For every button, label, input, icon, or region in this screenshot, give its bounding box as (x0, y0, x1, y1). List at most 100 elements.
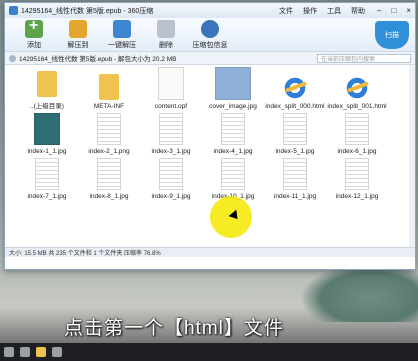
archive-info-button[interactable]: 压缩包信息 (189, 20, 231, 50)
file-item[interactable]: index-9_1.jpg (141, 157, 201, 202)
html-file-icon (283, 76, 307, 100)
file-item[interactable]: index-11_1.jpg (265, 157, 325, 202)
one-key-extract-icon (113, 20, 131, 38)
menu-bar: 文件 操作 工具 帮助 (279, 6, 365, 16)
file-thumbnail (221, 158, 245, 190)
add-label: 添加 (27, 42, 41, 49)
file-name: index-1_1.jpg (27, 148, 67, 155)
file-name: index-9_1.jpg (151, 193, 191, 200)
file-item[interactable]: index_split_000.html (265, 67, 325, 112)
file-thumbnail (35, 158, 59, 190)
menu-file[interactable]: 文件 (279, 6, 293, 16)
folder-icon (99, 74, 119, 100)
file-item[interactable]: index-3_1.jpg (141, 112, 201, 157)
maximize-button[interactable]: □ (391, 6, 396, 15)
file-thumbnail (345, 158, 369, 190)
file-name: index_split_001.html (327, 103, 387, 110)
file-grid: ..(上级目录) META-INF content.opf cover_image.j… (17, 67, 387, 202)
file-item[interactable]: index-4_1.jpg (203, 112, 263, 157)
trash-icon (157, 20, 175, 38)
file-item[interactable]: index-5_1.jpg (265, 112, 325, 157)
file-thumbnail (283, 158, 307, 190)
file-item[interactable]: index-12_1.jpg (327, 157, 387, 202)
file-thumbnail (97, 113, 121, 145)
file-thumbnail (221, 113, 245, 145)
file-name: index-3_1.jpg (151, 148, 191, 155)
taskbar-app-icon[interactable] (20, 347, 30, 357)
file-item[interactable]: content.opf (141, 67, 201, 112)
window-controls: – □ × (377, 6, 411, 15)
file-thumbnail (283, 113, 307, 145)
archive-path: 14295164_线性代数 第5版.epub - 解包大小为 20.2 MB (19, 56, 177, 63)
minimize-button[interactable]: – (377, 6, 381, 15)
status-bar: 大小: 15.5 MB 共 235 个文件和 1 个文件夹 压缩率 76.8% (5, 247, 415, 257)
taskbar (0, 343, 418, 361)
html-file-icon (345, 76, 369, 100)
file-name: index-5_1.jpg (275, 148, 315, 155)
window-title: 14295164_线性代数 第5版.epub - 360压缩 (21, 7, 154, 15)
taskbar-app-icon[interactable] (52, 347, 62, 357)
video-subtitle: 点击第一个【html】文件 (64, 318, 284, 339)
file-item[interactable]: index-7_1.jpg (17, 157, 77, 202)
file-thumbnail (34, 113, 60, 145)
address-bar: 14295164_线性代数 第5版.epub - 解包大小为 20.2 MB 在… (5, 52, 415, 65)
file-name: index-12_1.jpg (335, 193, 379, 200)
file-thumbnail (345, 113, 369, 145)
file-item[interactable]: ..(上级目录) (17, 67, 77, 112)
search-placeholder: 在当前压缩包内搜索 (321, 56, 376, 63)
file-item[interactable]: index-2_1.png (79, 112, 139, 157)
folder-icon (37, 71, 57, 97)
file-name: META-INF (93, 103, 125, 110)
title-bar: 14295164_线性代数 第5版.epub - 360压缩 文件 操作 工具 … (5, 3, 415, 18)
file-item[interactable]: cover_image.jpg (203, 67, 263, 112)
extract-to-label: 解压到 (67, 42, 89, 49)
file-name: index-11_1.jpg (273, 193, 317, 200)
start-icon[interactable] (4, 347, 14, 357)
file-name: index-6_1.jpg (337, 148, 377, 155)
file-name: index-4_1.jpg (213, 148, 253, 155)
one-key-extract-button[interactable]: 一键解压 (101, 20, 143, 50)
file-thumbnail (158, 67, 184, 100)
taskbar-archive-icon[interactable] (36, 347, 46, 357)
add-icon (25, 17, 43, 38)
file-item[interactable]: index-1_1.jpg (17, 112, 77, 157)
archive-info-label: 压缩包信息 (192, 42, 228, 49)
toolbar: 添加 解压到 一键解压 删除 压缩包信息 扫描 (5, 17, 415, 52)
file-name: content.opf (154, 103, 188, 110)
file-name: index-8_1.jpg (89, 193, 129, 200)
file-name: ..(上级目录) (30, 103, 64, 110)
file-name: index_split_000.html (265, 103, 325, 110)
file-thumbnail (215, 67, 251, 100)
scan-label: 扫描 (385, 32, 399, 39)
close-button[interactable]: × (406, 6, 411, 15)
file-list-area: ..(上级目录) META-INF content.opf cover_image.j… (5, 65, 415, 257)
app-icon (9, 6, 18, 15)
file-item[interactable]: index_split_001.html (327, 67, 387, 112)
delete-button[interactable]: 删除 (145, 20, 187, 50)
info-icon (201, 20, 219, 38)
menu-help[interactable]: 帮助 (351, 6, 365, 16)
menu-operate[interactable]: 操作 (303, 6, 317, 16)
file-name: index-7_1.jpg (27, 193, 67, 200)
file-thumbnail (159, 158, 183, 190)
extract-icon (69, 20, 87, 38)
vertical-scrollbar[interactable] (409, 65, 415, 257)
back-arrow-icon[interactable] (9, 54, 16, 62)
file-item[interactable]: index-8_1.jpg (79, 157, 139, 202)
search-input[interactable]: 在当前压缩包内搜索 (317, 53, 411, 63)
add-button[interactable]: 添加 (13, 17, 55, 50)
file-item[interactable]: META-INF (79, 67, 139, 112)
one-key-extract-label: 一键解压 (108, 42, 136, 49)
file-thumbnail (159, 113, 183, 145)
menu-tools[interactable]: 工具 (327, 6, 341, 16)
archive-window: 14295164_线性代数 第5版.epub - 360压缩 文件 操作 工具 … (4, 2, 416, 270)
file-name: cover_image.jpg (209, 103, 257, 110)
file-name: index-2_1.png (88, 148, 130, 155)
file-item[interactable]: index-6_1.jpg (327, 112, 387, 157)
delete-label: 删除 (159, 42, 173, 49)
plant-decoration (300, 262, 418, 322)
status-text: 大小: 15.5 MB 共 235 个文件和 1 个文件夹 压缩率 76.8% (9, 251, 161, 257)
scan-shield-button[interactable]: 扫描 (375, 21, 409, 49)
extract-to-button[interactable]: 解压到 (57, 20, 99, 50)
file-thumbnail (97, 158, 121, 190)
